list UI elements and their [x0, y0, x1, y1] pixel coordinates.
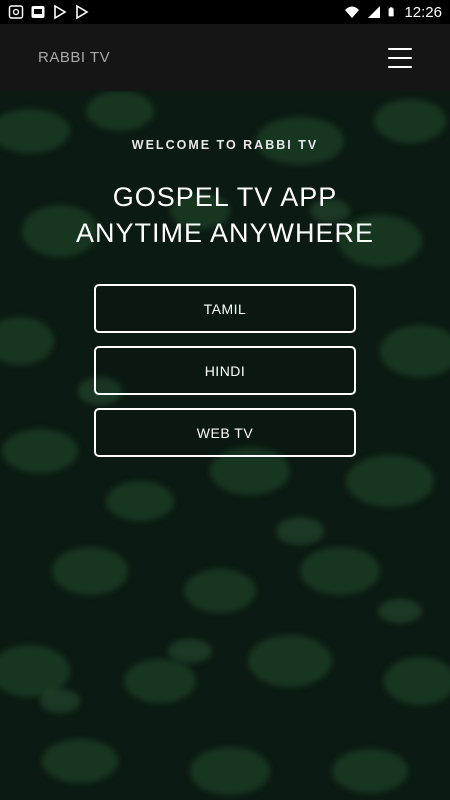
headline: GOSPEL TV APP ANYTIME ANYWHERE — [0, 179, 450, 251]
welcome-text: WELCOME TO RABBI TV — [131, 138, 319, 152]
tamil-button[interactable]: TAMIL — [94, 284, 356, 333]
play-store-icon — [54, 4, 67, 20]
headline-line-1: GOSPEL TV APP — [112, 182, 338, 212]
play-store-icon — [76, 4, 89, 20]
web-tv-button[interactable]: WEB TV — [94, 408, 356, 457]
hero-section: WELCOME TO RABBI TV GOSPEL TV APP ANYTIM… — [0, 91, 450, 800]
menu-line — [388, 47, 412, 50]
status-right-icons: 12:26 — [344, 4, 442, 21]
screen-icon — [31, 6, 45, 18]
menu-line — [388, 56, 412, 59]
status-time: 12:26 — [404, 3, 442, 21]
status-bar: 12:26 — [0, 0, 450, 24]
cast-icon — [8, 5, 24, 19]
headline-line-2: ANYTIME ANYWHERE — [75, 218, 375, 248]
app-bar: RABBI TV — [0, 24, 450, 91]
app-title: RABBI TV — [38, 49, 111, 66]
hamburger-menu-icon[interactable] — [388, 47, 412, 68]
wifi-icon — [345, 6, 360, 18]
hindi-button[interactable]: HINDI — [94, 346, 356, 395]
status-left-icons — [8, 4, 90, 20]
battery-icon — [389, 7, 395, 17]
signal-icon — [368, 6, 381, 18]
menu-line — [388, 65, 412, 68]
